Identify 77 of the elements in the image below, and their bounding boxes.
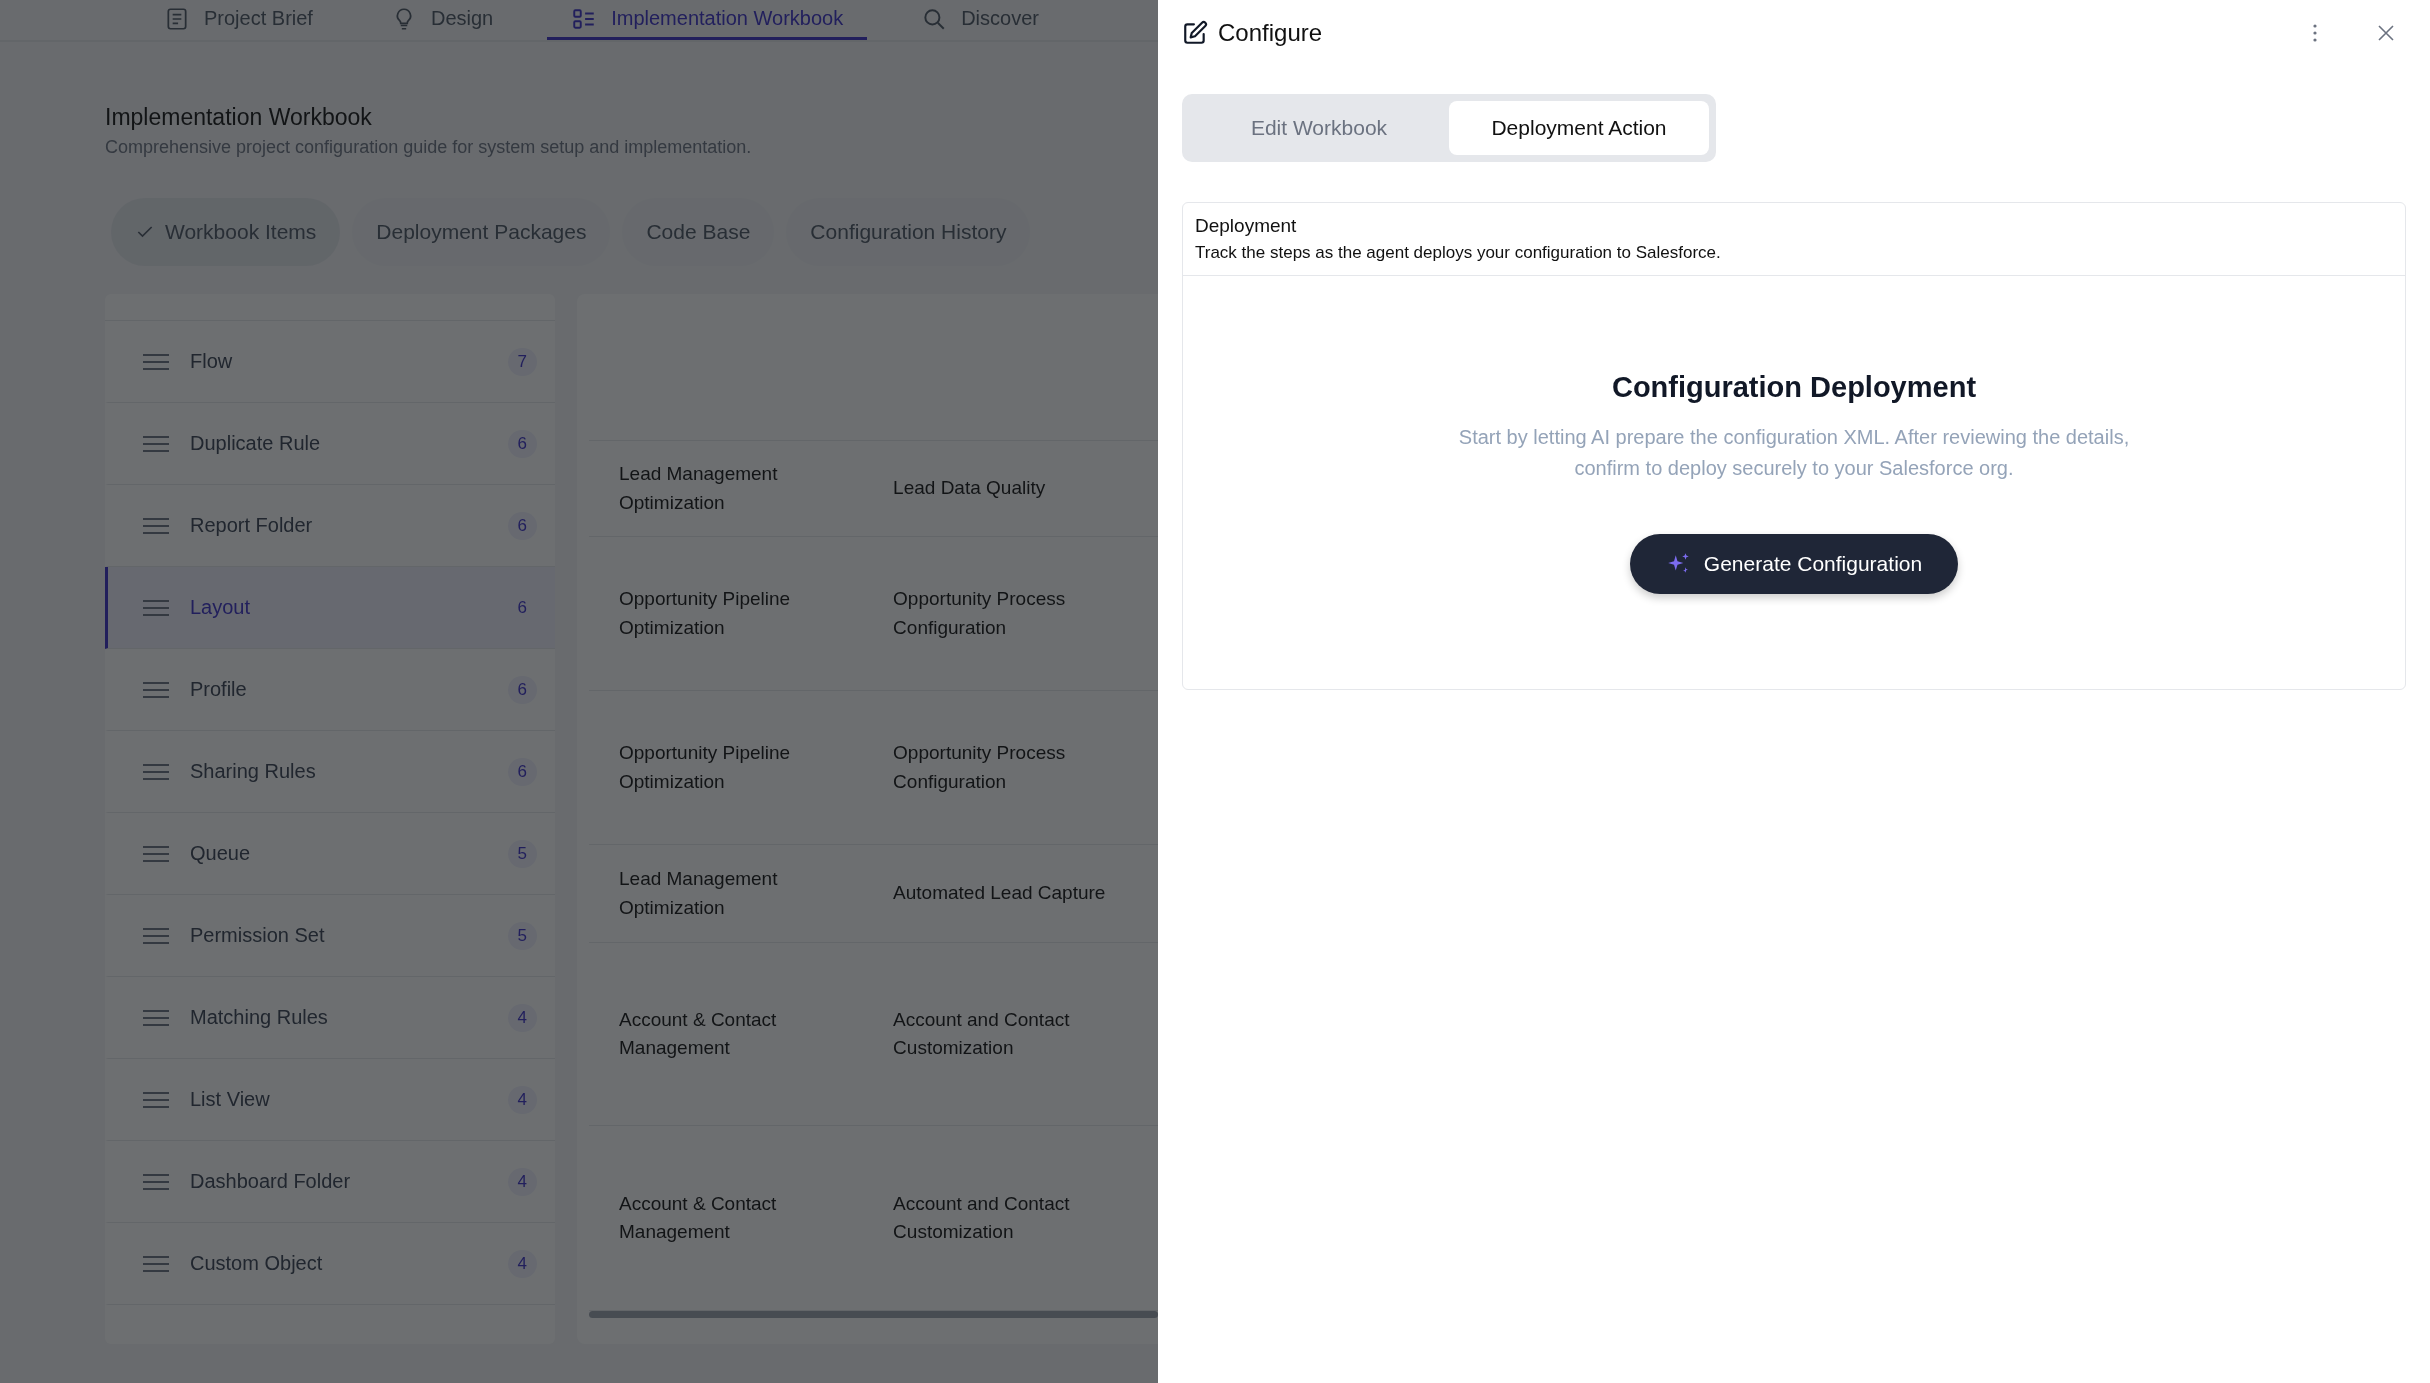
table-cell-text: Opportunity Process Configuration — [892, 741, 1067, 794]
sidebar-item[interactable]: Dashboard Folder 4 — [105, 1141, 555, 1223]
count-badge: 5 — [507, 839, 537, 868]
item-label: Layout — [190, 596, 252, 619]
sidebar-item[interactable]: Flow 7 — [105, 321, 555, 403]
count-badge: 4 — [507, 1085, 537, 1114]
page-title: Implementation Workbook — [105, 104, 373, 131]
drag-handle-icon[interactable] — [142, 762, 170, 781]
sidebar-item[interactable]: Sharing Rules 6 — [105, 731, 555, 813]
drag-handle-icon[interactable] — [142, 680, 170, 699]
drag-handle-icon[interactable] — [142, 598, 170, 617]
sidebar-item[interactable]: List View 4 — [105, 1059, 555, 1141]
count-badge: 6 — [507, 675, 537, 704]
item-label: Queue — [190, 842, 252, 865]
item-label: Dashboard Folder — [190, 1170, 352, 1193]
drag-handle-icon[interactable] — [142, 844, 170, 863]
item-label: Permission Set — [190, 924, 326, 947]
filter-chip[interactable]: Workbook Items — [111, 198, 341, 266]
sidebar-item[interactable]: Profile 6 — [105, 649, 555, 731]
nav-tab[interactable]: Discover — [897, 0, 1063, 40]
document-icon — [164, 5, 190, 32]
drag-handle-icon[interactable] — [142, 926, 170, 945]
item-label: Profile — [190, 678, 248, 701]
drag-handle-icon[interactable] — [142, 1254, 170, 1273]
table-cell-text: Account and Contact Customization — [892, 1007, 1071, 1060]
deployment-heading: Configuration Deployment — [1611, 371, 1977, 404]
drag-handle-icon[interactable] — [142, 1172, 170, 1191]
more-icon[interactable] — [2312, 24, 2318, 42]
scrollbar[interactable] — [589, 1311, 1158, 1318]
count-badge: 6 — [507, 429, 537, 458]
drag-handle-icon[interactable] — [142, 1090, 170, 1109]
drag-handle-icon[interactable] — [142, 434, 170, 453]
item-label: Custom Object — [190, 1252, 324, 1275]
table-cell-text: Opportunity Process Configuration — [892, 587, 1067, 640]
sidebar-item[interactable]: Layout 6 — [105, 567, 555, 649]
count-badge: 4 — [507, 1003, 537, 1032]
sidebar-item[interactable]: Matching Rules 4 — [105, 977, 555, 1059]
table-cell-text: Account and Contact Customization — [892, 1191, 1071, 1244]
item-label: Flow — [190, 350, 234, 373]
drag-handle-icon[interactable] — [142, 352, 170, 371]
edit-icon — [1182, 20, 1208, 46]
sidebar-item[interactable]: Permission Set 5 — [105, 895, 555, 977]
deployment-text: Start by letting AI prepare the configuration XML. After reviewing the details, confirm to deploy securely to your Salesforce org. — [1457, 425, 2131, 481]
table-cell-text: Account & Contact Management — [618, 1191, 778, 1244]
table-cell-text: Automated Lead Capture — [892, 881, 1107, 906]
count-badge: 7 — [507, 347, 537, 376]
count-badge: 6 — [507, 757, 537, 786]
drag-handle-icon[interactable] — [142, 1008, 170, 1027]
item-label: List View — [190, 1088, 271, 1111]
nav-tab[interactable]: Design — [366, 0, 518, 40]
panel-title: Configure — [1218, 19, 1323, 47]
nav-tab[interactable]: Implementation Workbook — [547, 0, 868, 40]
table-cell-text: Opportunity Pipeline Optimization — [618, 587, 792, 640]
table-cell-text: Lead Management Optimization — [618, 867, 779, 920]
table-cell-text: Lead Management Optimization — [618, 462, 779, 515]
nav-tab[interactable]: Project Brief — [140, 0, 337, 40]
table-cell-text: Opportunity Pipeline Optimization — [618, 741, 792, 794]
table-cell-text: Account & Contact Management — [618, 1007, 778, 1060]
card-description: Track the steps as the agent deploys your configuration to Salesforce. — [1195, 243, 1722, 263]
sidebar-item[interactable]: Duplicate Rule 6 — [105, 403, 555, 485]
item-label: Duplicate Rule — [190, 432, 322, 455]
drag-handle-icon[interactable] — [142, 516, 170, 535]
close-icon[interactable] — [2378, 25, 2394, 41]
count-badge: 5 — [507, 921, 537, 950]
panel-tab[interactable]: Edit Workbook — [1189, 101, 1449, 155]
item-label: Report Folder — [190, 514, 314, 537]
sidebar-item[interactable]: Queue 5 — [105, 813, 555, 895]
count-badge: 6 — [507, 511, 537, 540]
count-badge: 4 — [507, 1167, 537, 1196]
count-badge: 4 — [507, 1249, 537, 1278]
table-cell-text: Lead Data Quality — [892, 476, 1047, 501]
item-label: Sharing Rules — [190, 760, 317, 783]
item-label: Matching Rules — [190, 1006, 329, 1029]
panel-tab[interactable]: Deployment Action — [1449, 101, 1709, 155]
card-title: Deployment — [1195, 215, 1298, 237]
sidebar-item[interactable]: Custom Object 4 — [105, 1223, 555, 1305]
generate-button[interactable]: Generate Configuration — [1629, 534, 1959, 594]
